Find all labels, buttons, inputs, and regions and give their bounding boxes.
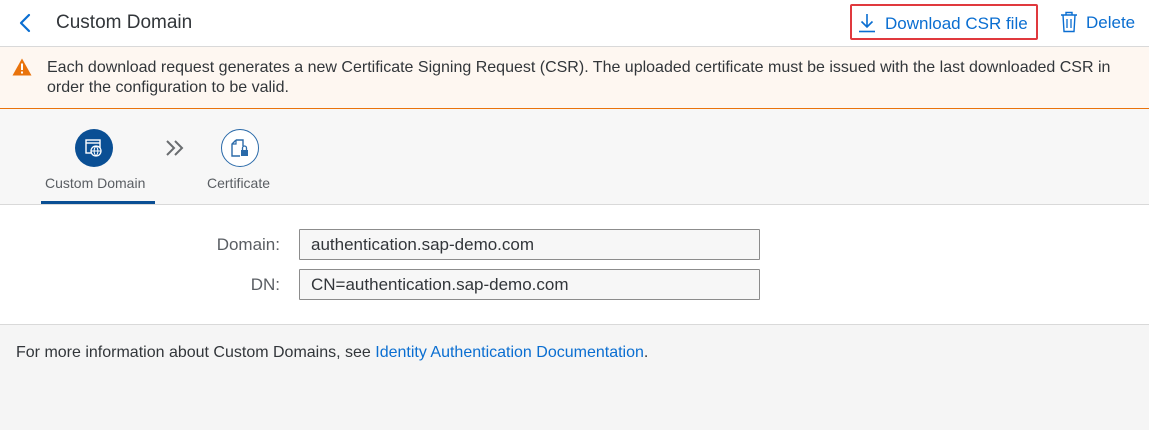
warning-text: Each download request generates a new Ce… (47, 59, 1111, 96)
step-label-custom-domain: Custom Domain (45, 175, 146, 191)
info-prefix: For more information about Custom Domain… (16, 344, 376, 361)
step-certificate[interactable] (221, 129, 259, 167)
warning-message-strip: Each download request generates a new Ce… (0, 47, 1149, 109)
domain-form: Domain: authentication.sap-demo.com DN: … (0, 205, 1149, 325)
delete-label: Delete (1086, 13, 1136, 32)
page-title: Custom Domain (56, 12, 193, 33)
step-label-certificate: Certificate (207, 175, 271, 191)
warning-icon (12, 58, 32, 76)
double-chevron-right-icon (166, 140, 184, 156)
trash-icon (1061, 11, 1077, 33)
dn-label: DN: (250, 275, 280, 294)
domain-field[interactable]: authentication.sap-demo.com (299, 229, 760, 260)
download-csr-label: Download CSR file (885, 14, 1028, 33)
domain-label: Domain: (216, 235, 280, 254)
documentation-link[interactable]: Identity Authentication Documentation (375, 344, 644, 361)
step-custom-domain[interactable] (75, 129, 113, 167)
info-suffix: . (643, 344, 649, 361)
back-button[interactable] (14, 11, 38, 35)
dn-field[interactable]: CN=authentication.sap-demo.com (299, 269, 760, 300)
page-header: Custom Domain Download CSR file Delete (0, 0, 1149, 47)
certificate-lock-icon (231, 139, 248, 157)
delete-button[interactable]: Delete (1058, 10, 1142, 36)
chevron-left-icon (19, 13, 31, 33)
active-step-indicator (41, 201, 155, 204)
domain-icon (85, 139, 102, 157)
download-icon (859, 14, 875, 33)
wizard-progress: Custom Domain Certificate (0, 109, 1149, 205)
download-csr-button[interactable]: Download CSR file (850, 4, 1038, 40)
info-text: For more information about Custom Domain… (16, 344, 648, 362)
